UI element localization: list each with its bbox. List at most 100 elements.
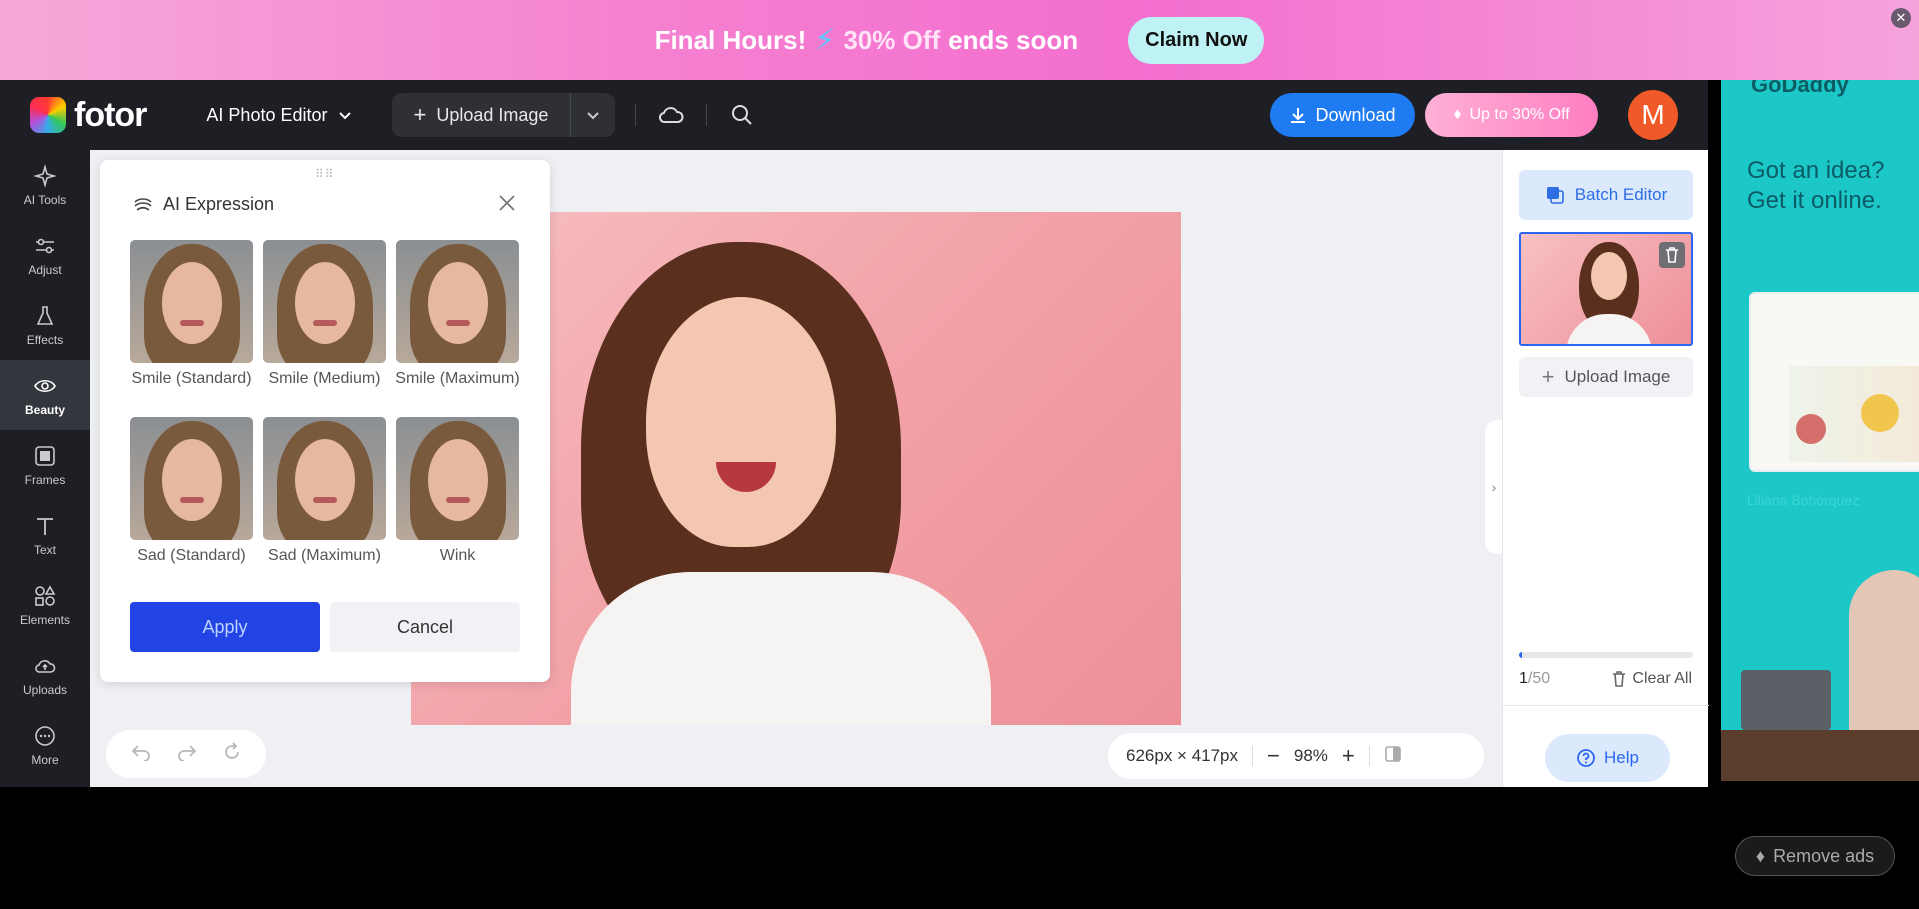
- tool-label: Frames: [24, 472, 66, 487]
- batch-label: Batch Editor: [1574, 185, 1668, 204]
- thumb-face: [428, 439, 488, 521]
- promo-off: 30% Off: [843, 24, 941, 55]
- remove-ads-label: Remove ads: [1773, 845, 1875, 866]
- apply-button[interactable]: Apply: [130, 602, 320, 652]
- chevron-down-icon: [587, 112, 600, 120]
- editor-selector[interactable]: AI Photo Editor: [206, 105, 351, 126]
- tool-effects[interactable]: Effects: [0, 290, 90, 360]
- expression-options: Smile (Standard) Smile (Medium) Smile (M…: [130, 240, 522, 586]
- plus-icon: +: [413, 102, 427, 127]
- tool-uploads[interactable]: Uploads: [0, 640, 90, 710]
- thumb-mouth: [313, 497, 337, 503]
- clear-label: Clear All: [1632, 670, 1692, 687]
- undo-icon[interactable]: [130, 743, 152, 766]
- upload-progress: [1519, 652, 1693, 658]
- cloud-icon[interactable]: [656, 100, 686, 130]
- thumb-mouth: [446, 497, 470, 503]
- ad-headline: Got an idea? Get it online.: [1747, 157, 1885, 214]
- expression-option[interactable]: Smile (Medium): [263, 240, 386, 409]
- promo-banner: Final Hours! ⚡ 30% Off ends soon Claim N…: [0, 0, 1919, 80]
- tool-text[interactable]: Text: [0, 500, 90, 570]
- reset-icon[interactable]: [222, 741, 242, 767]
- image-thumbnail[interactable]: [1519, 232, 1693, 346]
- upload-image-button-secondary[interactable]: + Upload Image: [1519, 357, 1693, 397]
- chevron-right-icon[interactable]: ›: [1485, 420, 1503, 554]
- upload-group: + Upload Image: [391, 93, 616, 137]
- upgrade-label: Up to 30% Off: [1469, 106, 1570, 123]
- tool-adjust[interactable]: Adjust: [0, 220, 90, 290]
- redo-icon[interactable]: [176, 743, 198, 766]
- close-icon[interactable]: [498, 194, 516, 217]
- thumb-mouth: [180, 497, 204, 503]
- tool-ai-tools[interactable]: AI Tools: [0, 150, 90, 220]
- logo-mark-icon: [30, 97, 66, 133]
- top-bar: fotor AI Photo Editor + Upload Image Dow…: [0, 80, 1708, 150]
- upgrade-button[interactable]: ♦ Up to 30% Off: [1425, 93, 1598, 137]
- tool-frames[interactable]: Frames: [0, 430, 90, 500]
- image-count: 1/50: [1519, 670, 1550, 688]
- tool-elements[interactable]: Elements: [0, 570, 90, 640]
- zoom-controls: 626px × 417px − 98% +: [1108, 733, 1484, 779]
- progress-fill: [1519, 652, 1523, 658]
- upload-dropdown[interactable]: [571, 93, 615, 137]
- batch-editor-button[interactable]: Batch Editor: [1519, 170, 1693, 220]
- advertisement[interactable]: GoDaddy Got an idea? Get it online. Lili…: [1721, 80, 1919, 781]
- avatar[interactable]: M: [1628, 90, 1678, 140]
- flask-icon: [36, 305, 54, 325]
- layers-icon: [1546, 187, 1564, 204]
- remove-ads-button[interactable]: ♦ Remove ads: [1735, 836, 1895, 876]
- panel-header: AI Expression: [133, 194, 274, 215]
- promo-prefix: Final Hours!: [654, 24, 807, 55]
- help-button[interactable]: Help: [1545, 734, 1670, 782]
- thumb-face: [295, 262, 355, 344]
- close-icon[interactable]: ✕: [1891, 8, 1911, 28]
- tool-more[interactable]: More: [0, 710, 90, 780]
- expression-option[interactable]: Sad (Standard): [130, 417, 253, 586]
- zoom-level[interactable]: 98%: [1294, 746, 1328, 766]
- trash-icon: [1613, 671, 1626, 687]
- expression-option[interactable]: Sad (Maximum): [263, 417, 386, 586]
- thumb-mouth: [446, 320, 470, 326]
- clear-all-button[interactable]: Clear All: [1612, 670, 1692, 688]
- expression-thumbnail: [396, 417, 519, 540]
- option-label: Smile (Medium): [268, 370, 381, 387]
- right-panel: Batch Editor + Upload Image 1/50 Clear A…: [1502, 150, 1709, 787]
- app-root: Final Hours! ⚡ 30% Off ends soon Claim N…: [0, 0, 1919, 909]
- flower-shape: [1796, 414, 1826, 444]
- zoom-out-icon[interactable]: −: [1267, 743, 1280, 769]
- expression-option[interactable]: Smile (Standard): [130, 240, 253, 409]
- tool-label: Text: [33, 542, 56, 557]
- compare-icon[interactable]: [1384, 745, 1402, 768]
- download-button[interactable]: Download: [1270, 93, 1415, 137]
- drag-handle-icon[interactable]: ⠿⠿: [315, 167, 335, 181]
- ad-table-image: [1721, 730, 1919, 781]
- frame-icon: [35, 445, 55, 466]
- thumb-mouth: [313, 320, 337, 326]
- thumb-mouth: [180, 320, 204, 326]
- thumb-face: [162, 439, 222, 521]
- expression-thumbnail: [263, 240, 386, 363]
- tool-label: Effects: [26, 332, 64, 347]
- thumb-shirt: [1566, 314, 1652, 344]
- upload-image-button[interactable]: + Upload Image: [392, 93, 572, 137]
- divider: [635, 104, 637, 126]
- expression-thumbnail: [130, 417, 253, 540]
- expression-option[interactable]: Smile (Maximum): [395, 240, 520, 409]
- tool-label: Uploads: [22, 682, 68, 697]
- help-label: Help: [1604, 748, 1639, 767]
- divider: [1368, 746, 1370, 766]
- tool-beauty[interactable]: Beauty: [0, 360, 90, 430]
- ad-caption: Liliana Bohórquez: [1747, 492, 1860, 508]
- cancel-button[interactable]: Cancel: [330, 602, 520, 652]
- ad-website-preview: [1749, 292, 1919, 472]
- search-icon[interactable]: [727, 100, 757, 130]
- logo-text: fotor: [74, 95, 147, 134]
- option-label: Sad (Maximum): [268, 547, 381, 564]
- trash-icon[interactable]: [1659, 242, 1685, 268]
- option-label: Smile (Maximum): [395, 370, 520, 387]
- logo[interactable]: fotor: [30, 95, 147, 135]
- claim-now-button[interactable]: Claim Now: [1128, 16, 1265, 64]
- expression-option[interactable]: Wink: [396, 417, 519, 586]
- photo-face: [646, 297, 836, 547]
- zoom-in-icon[interactable]: +: [1342, 743, 1355, 769]
